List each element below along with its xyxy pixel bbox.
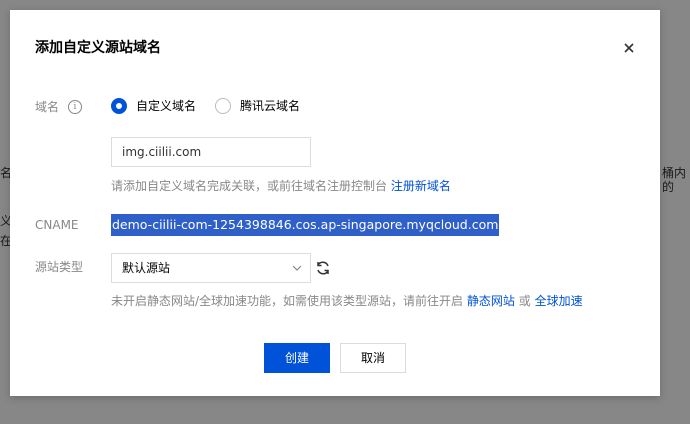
radio-checked-icon (111, 98, 127, 114)
select-value: 默认源站 (122, 261, 171, 275)
origin-type-label: 源站类型 (35, 260, 84, 274)
origin-type-help-text: 未开启静态网站/全球加速功能，如需使用该类型源站，请前往开启 静态网站 或 全球… (111, 293, 583, 309)
help-text: 请添加自定义域名完成关联，或前往域名注册控制台 (111, 179, 388, 193)
chevron-down-icon (292, 265, 302, 271)
domain-input[interactable]: img.ciilii.com (111, 137, 311, 167)
domain-label: 域名 (35, 100, 60, 114)
cname-value[interactable]: demo-ciilii-com-1254398846.cos.ap-singap… (111, 214, 500, 236)
radio-custom-domain[interactable]: 自定义域名 (111, 98, 196, 114)
help-text-or: 或 (518, 294, 531, 308)
close-button[interactable] (620, 39, 638, 57)
info-icon[interactable]: i (68, 100, 82, 114)
create-button[interactable]: 创建 (264, 343, 330, 373)
radio-tencent-domain[interactable]: 腾讯云域名 (215, 98, 300, 114)
radio-label: 腾讯云域名 (240, 99, 301, 113)
add-custom-origin-domain-dialog: 添加自定义源站域名 域名 i 自定义域名 腾讯云域名 img.ciilii.co… (10, 10, 660, 396)
cancel-button[interactable]: 取消 (340, 343, 406, 373)
radio-label: 自定义域名 (136, 99, 197, 113)
refresh-button[interactable] (315, 260, 331, 276)
origin-type-select[interactable]: 默认源站 (111, 253, 311, 283)
radio-unchecked-icon (215, 98, 231, 114)
dialog-title: 添加自定义源站域名 (35, 40, 161, 56)
close-icon (624, 43, 634, 53)
register-domain-link[interactable]: 注册新域名 (391, 179, 451, 193)
static-website-link[interactable]: 静态网站 (467, 294, 515, 308)
domain-help-text: 请添加自定义域名完成关联，或前往域名注册控制台 注册新域名 (111, 178, 451, 194)
refresh-icon (317, 261, 329, 275)
help-text: 未开启静态网站/全球加速功能，如需使用该类型源站，请前往开启 (111, 294, 464, 308)
cname-label: CNAME (35, 218, 79, 232)
global-acceleration-link[interactable]: 全球加速 (535, 294, 583, 308)
